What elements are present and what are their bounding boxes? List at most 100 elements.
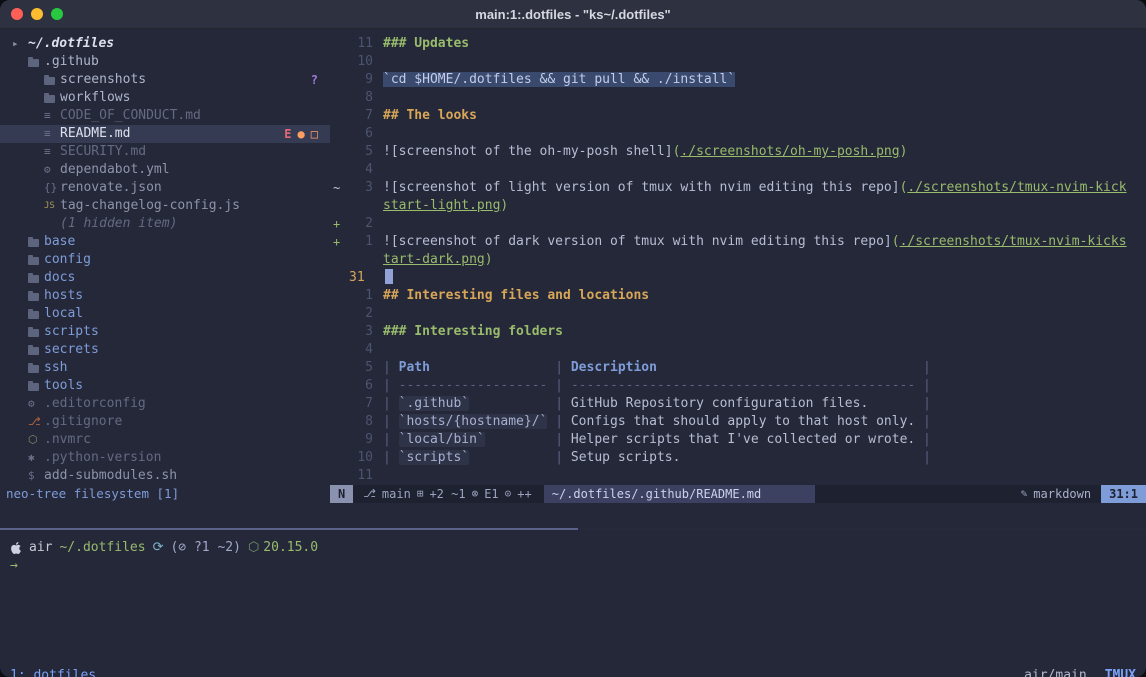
editor-line-8[interactable]: 4: [330, 161, 1146, 179]
tree-item-config[interactable]: config: [0, 251, 330, 269]
editor-line-21[interactable]: 7| `.github` | GitHub Repository configu…: [330, 395, 1146, 413]
text-segment: |: [383, 396, 399, 411]
editor-line-4[interactable]: 8: [330, 89, 1146, 107]
tree-item-renovate-json[interactable]: {}renovate.json: [0, 179, 330, 197]
tree-item-secrets[interactable]: secrets: [0, 341, 330, 359]
line-number: 9: [347, 431, 373, 449]
folder-icon: [28, 238, 44, 247]
line-text: [373, 89, 1146, 107]
editor-line-5[interactable]: 7## The looks: [330, 107, 1146, 125]
text-segment: `local/bin`: [399, 432, 485, 447]
tree-item-tools[interactable]: tools: [0, 377, 330, 395]
folder-icon: [28, 58, 44, 67]
editor-line-9[interactable]: ~3![screenshot of light version of tmux …: [330, 179, 1146, 197]
tree-item-label: CODE_OF_CONDUCT.md: [60, 107, 201, 125]
tree-item-label: screenshots: [60, 71, 146, 89]
line-text: ![screenshot of light version of tmux wi…: [373, 179, 1146, 197]
window-titlebar[interactable]: main:1:.dotfiles - "ks~/.dotfiles": [0, 0, 1146, 29]
line-text: tart-dark.png): [373, 251, 1146, 269]
tree-item-scripts[interactable]: scripts: [0, 323, 330, 341]
gutter-sign: [330, 413, 347, 431]
zoom-button[interactable]: [51, 8, 63, 20]
minimize-button[interactable]: [31, 8, 43, 20]
editor-line-14[interactable]: 31: [330, 269, 1146, 287]
gutter-sign: [330, 125, 347, 143]
editor-line-18[interactable]: 4: [330, 341, 1146, 359]
line-number: 1: [347, 233, 373, 251]
editor-line-10[interactable]: start-light.png): [330, 197, 1146, 215]
editor-line-15[interactable]: 1## Interesting files and locations: [330, 287, 1146, 305]
editor-line-13[interactable]: tart-dark.png): [330, 251, 1146, 269]
editor-line-25[interactable]: 11: [330, 467, 1146, 485]
line-number: 6: [347, 125, 373, 143]
editor-line-24[interactable]: 10| `scripts` | Setup scripts. |: [330, 449, 1146, 467]
tree-item-base[interactable]: base: [0, 233, 330, 251]
neotree-statusline: neo-tree filesystem [1]: [0, 485, 330, 503]
tree-item-label: secrets: [44, 341, 99, 359]
tmux-pane-border[interactable]: [0, 528, 1146, 530]
text-segment: ## The looks: [383, 108, 477, 123]
braces-icon: {}: [44, 179, 60, 197]
line-number: 4: [347, 341, 373, 359]
tree-item-nvmrc[interactable]: ⬡.nvmrc: [0, 431, 330, 449]
editor-line-22[interactable]: 8| `hosts/{hostname}/` | Configs that sh…: [330, 413, 1146, 431]
tree-item-readme-md[interactable]: ≡README.mdE●□: [0, 125, 330, 143]
editor-line-23[interactable]: 9| `local/bin` | Helper scripts that I'v…: [330, 431, 1146, 449]
tmux-window-item[interactable]: 1:.dotfiles: [10, 667, 96, 677]
line-number: 11: [347, 35, 373, 53]
tree-item-docs[interactable]: docs: [0, 269, 330, 287]
tree-item-workflows[interactable]: workflows: [0, 89, 330, 107]
gutter-sign: [330, 467, 347, 485]
folder-icon: [28, 382, 44, 391]
text-segment: ## Interesting files and locations: [383, 288, 649, 303]
line-number: 10: [347, 53, 373, 71]
tree-item-label: config: [44, 251, 91, 269]
tree-item-label: tag-changelog-config.js: [60, 197, 240, 215]
editor-buffer[interactable]: 11### Updates 10 9`cd $HOME/.dotfiles &&…: [330, 35, 1146, 485]
tmux-flag: TMUX: [1105, 667, 1136, 677]
tree-item-dotfiles[interactable]: ▸~/.dotfiles: [0, 35, 330, 53]
tree-item-screenshots[interactable]: screenshots?: [0, 71, 330, 89]
editor-line-17[interactable]: 3### Interesting folders: [330, 323, 1146, 341]
tree-item-gitignore[interactable]: ⎇.gitignore: [0, 413, 330, 431]
editor-line-12[interactable]: +1![screenshot of dark version of tmux w…: [330, 233, 1146, 251]
line-text: [373, 305, 1146, 323]
folder-icon-shape: [28, 239, 39, 247]
tree-item-label: ssh: [44, 359, 67, 377]
tree-item-dependabot-yml[interactable]: ⚙dependabot.yml: [0, 161, 330, 179]
tree-item-editorconfig[interactable]: ⚙.editorconfig: [0, 395, 330, 413]
tree-item-local[interactable]: local: [0, 305, 330, 323]
tree-item-python-version[interactable]: ✱.python-version: [0, 449, 330, 467]
text-segment: |: [383, 360, 399, 375]
editor-line-3[interactable]: 9`cd $HOME/.dotfiles && git pull && ./in…: [330, 71, 1146, 89]
editor-line-20[interactable]: 6| ------------------- | ---------------…: [330, 377, 1146, 395]
editor-line-6[interactable]: 6: [330, 125, 1146, 143]
text-segment: ### Interesting folders: [383, 324, 563, 339]
text-segment: `.github`: [399, 396, 469, 411]
line-number: 6: [347, 377, 373, 395]
tree-item-1-hidden-item[interactable]: (1 hidden item): [0, 215, 330, 233]
tree-item-tag-changelog-config-js[interactable]: JStag-changelog-config.js: [0, 197, 330, 215]
editor-line-2[interactable]: 10: [330, 53, 1146, 71]
tmux-pane-shell[interactable]: air ~/.dotfiles ⟳ (⊘ ?1 ~2) ⬡ 20.15.0 →: [0, 530, 1146, 663]
editor-pane: 11### Updates 10 9`cd $HOME/.dotfiles &&…: [330, 29, 1146, 528]
tree-item-hosts[interactable]: hosts: [0, 287, 330, 305]
close-button[interactable]: [11, 8, 23, 20]
shell-icon: $: [28, 467, 44, 485]
tree-item-security-md[interactable]: ≡SECURITY.md: [0, 143, 330, 161]
text-segment: |: [547, 450, 570, 465]
tree-item-github[interactable]: .github: [0, 53, 330, 71]
shell-input-line[interactable]: →: [10, 557, 1136, 575]
tree-item-add-submodules-sh[interactable]: $add-submodules.sh: [0, 467, 330, 485]
editor-line-7[interactable]: 5![screenshot of the oh-my-posh shell](.…: [330, 143, 1146, 161]
traffic-lights: [0, 0, 63, 28]
editor-line-16[interactable]: 2: [330, 305, 1146, 323]
gutter-sign: [330, 197, 347, 215]
tree-item-ssh[interactable]: ssh: [0, 359, 330, 377]
expand-arrow-icon[interactable]: ▸: [12, 35, 28, 53]
editor-line-1[interactable]: 11### Updates: [330, 35, 1146, 53]
gutter-sign: +: [330, 233, 347, 251]
tree-item-code-of-conduct-md[interactable]: ≡CODE_OF_CONDUCT.md: [0, 107, 330, 125]
editor-line-11[interactable]: +2: [330, 215, 1146, 233]
editor-line-19[interactable]: 5| Path | Description |: [330, 359, 1146, 377]
